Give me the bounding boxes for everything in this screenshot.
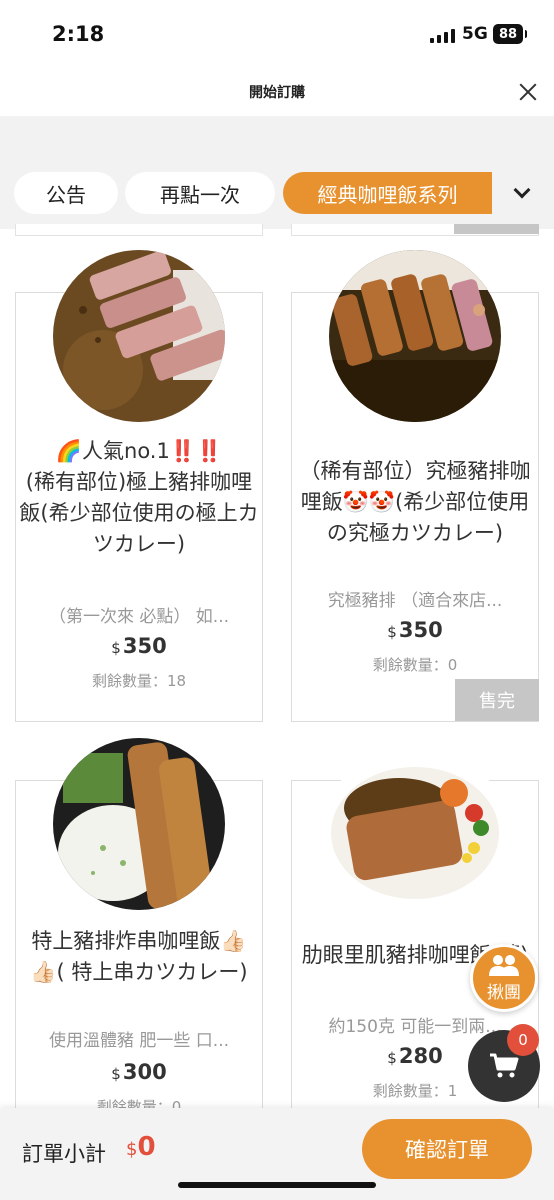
card-previous-left [15,224,263,236]
signal-icon [430,27,455,43]
subtotal-label: 訂單小計 [22,1142,106,1166]
chevron-down-icon [513,181,531,199]
group-order-label: 揪團 [487,982,521,1003]
group-icon [489,954,519,976]
product-price: $350 [295,618,535,642]
product-stock: 剩餘數量：0 [372,656,458,674]
product-title: 特上豬排炸串咖哩飯👍🏻👍🏻( 特上串カツカレー) [30,929,248,984]
product-description: （第一次來 必點） 如... [48,607,230,627]
currency-symbol: $ [387,623,397,641]
page-title: 開始訂購 [249,85,305,101]
network-type: 5G [462,24,488,44]
status-bar: 2:18 5G 88 [0,0,554,68]
close-icon[interactable] [516,80,540,104]
tab-announcement[interactable]: 公告 [14,172,118,214]
product-stock: 剩餘數量：18 [91,672,187,690]
product-image[interactable] [53,250,225,422]
product-price: $300 [19,1060,259,1084]
product-title: 🌈人氣no.1‼️‼️ (稀有部位)極上豬排咖哩飯(希少部位使用の極上カツカレー… [19,439,259,556]
sold-out-stub [454,224,539,234]
confirm-order-button[interactable]: 確認訂單 [362,1119,532,1179]
product-image[interactable] [329,738,501,910]
status-time: 2:18 [52,22,105,46]
group-order-button[interactable]: 揪團 [470,944,538,1012]
category-dropdown-button[interactable] [500,172,544,214]
price-value: 350 [122,634,167,658]
subtotal-currency: $ [126,1139,138,1160]
product-title: （稀有部位）究極豬排咖哩飯🤡🤡(希少部位使用の究極カツカレー) [299,459,531,545]
home-indicator [178,1182,376,1188]
product-description: 究極豬排 （適合來店... [327,591,503,611]
cart-count-badge: 0 [507,1024,539,1056]
battery-level: 88 [498,26,518,42]
cart-icon [490,1053,519,1078]
product-image[interactable] [53,738,225,910]
tab-classic-curry[interactable]: 經典咖哩飯系列 [283,172,492,214]
currency-symbol: $ [387,1049,397,1067]
currency-symbol: $ [111,639,121,657]
battery-icon: 88 [493,24,527,44]
product-description: 使用溫體豬 肥一些 口... [48,1031,230,1051]
header: 開始訂購 [0,68,554,116]
subtotal-value: $0 [126,1132,156,1162]
price-value: 280 [398,1044,443,1068]
price-value: 350 [398,618,443,642]
product-price: $350 [19,634,259,658]
tab-reorder[interactable]: 再點一次 [125,172,275,214]
subtotal-amount: 0 [137,1132,156,1162]
currency-symbol: $ [111,1065,121,1083]
sold-out-badge: 售完 [455,679,539,721]
product-image[interactable] [329,250,501,422]
price-value: 300 [122,1060,167,1084]
